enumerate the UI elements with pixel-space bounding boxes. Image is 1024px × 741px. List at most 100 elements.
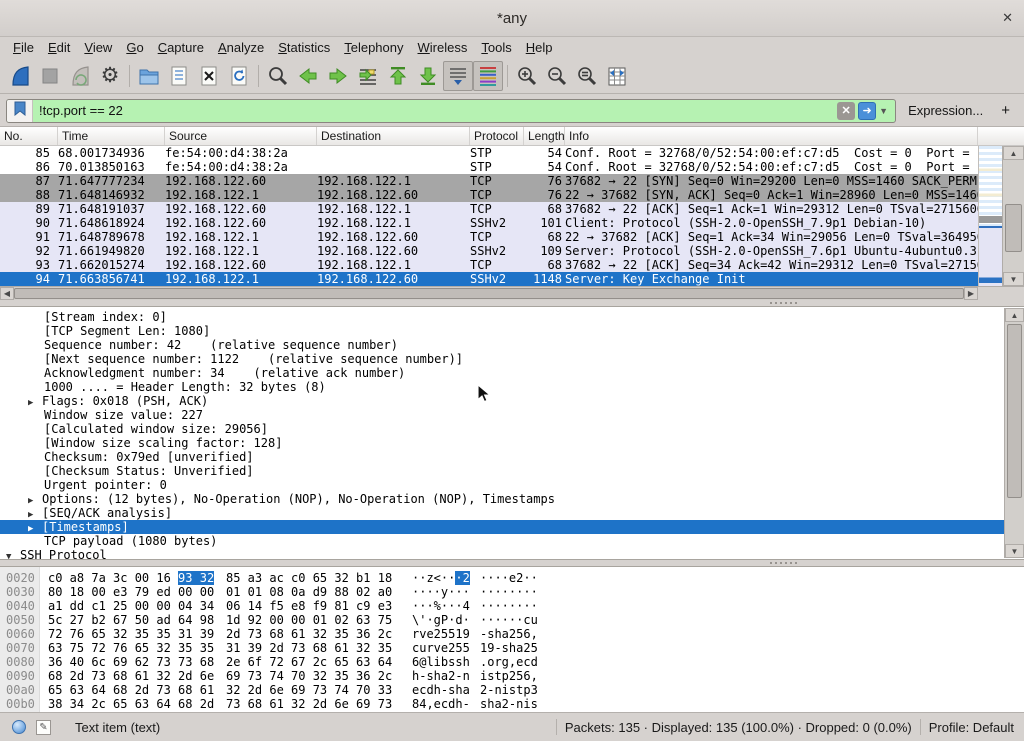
filter-dropdown-icon[interactable]: ▼	[879, 106, 891, 116]
detail-item[interactable]: [Checksum Status: Unverified]	[0, 464, 1004, 478]
filter-add-button[interactable]: +	[993, 102, 1018, 119]
packet-row-91[interactable]: 9171.648789678192.168.122.1192.168.122.6…	[0, 230, 978, 244]
packet-row-90[interactable]: 9071.648618924192.168.122.60192.168.122.…	[0, 216, 978, 230]
expanded-arrow-icon[interactable]: ▼	[6, 550, 20, 559]
collapsed-arrow-icon[interactable]: ▶	[28, 396, 42, 408]
detail-item[interactable]: Window size value: 227	[0, 408, 1004, 422]
detail-item[interactable]: [Window size scaling factor: 128]	[0, 436, 1004, 450]
scroll-up-icon[interactable]: ▲	[1005, 308, 1024, 322]
scrollbar-thumb[interactable]	[1005, 204, 1022, 252]
go-last-button[interactable]	[413, 61, 443, 91]
hex-row-0040[interactable]: 0040a1 dd c1 25 00 00 04 3406 14 f5 e8 f…	[0, 599, 1024, 613]
packet-list-hscrollbar[interactable]: ◀ ▶	[0, 286, 978, 300]
scroll-down-icon[interactable]: ▼	[1003, 272, 1024, 286]
hex-row-0050[interactable]: 00505c 27 b2 67 50 ad 64 981d 92 00 00 0…	[0, 613, 1024, 627]
column-header-time[interactable]: Time	[58, 127, 165, 145]
details-vscrollbar[interactable]: ▲ ▼	[1004, 308, 1024, 558]
column-header-info[interactable]: Info	[565, 127, 978, 145]
go-to-packet-button[interactable]	[353, 61, 383, 91]
hex-row-00a0[interactable]: 00a065 63 64 68 2d 73 68 6132 2d 6e 69 7…	[0, 683, 1024, 697]
detail-item[interactable]: [TCP Segment Len: 1080]	[0, 324, 1004, 338]
detail-tree-item[interactable]: ▶[Timestamps]	[0, 520, 1004, 534]
detail-item[interactable]: Checksum: 0x79ed [unverified]	[0, 450, 1004, 464]
go-forward-button[interactable]	[323, 61, 353, 91]
menu-analyze[interactable]: Analyze	[211, 38, 271, 57]
expert-info-icon[interactable]	[12, 720, 26, 734]
hex-row-0060[interactable]: 006072 76 65 32 35 35 31 392d 73 68 61 3…	[0, 627, 1024, 641]
menu-view[interactable]: View	[77, 38, 119, 57]
open-file-button[interactable]	[134, 61, 164, 91]
packet-list-minimap[interactable]	[978, 146, 1002, 286]
capture-comment-icon[interactable]: ✎	[36, 720, 51, 735]
save-file-button[interactable]	[164, 61, 194, 91]
profile-status[interactable]: Profile: Default	[929, 720, 1024, 735]
detail-tree-item[interactable]: ▼SSH Protocol	[0, 548, 1004, 559]
menu-capture[interactable]: Capture	[151, 38, 211, 57]
auto-scroll-toggle[interactable]	[443, 61, 473, 91]
colorize-toggle[interactable]	[473, 61, 503, 91]
zoom-in-button[interactable]	[512, 61, 542, 91]
column-header-no[interactable]: No.	[0, 127, 58, 145]
detail-item[interactable]: [Stream index: 0]	[0, 310, 1004, 324]
detail-item[interactable]: Acknowledgment number: 34 (relative ack …	[0, 366, 1004, 380]
scrollbar-thumb[interactable]	[1007, 324, 1022, 498]
restart-capture-button[interactable]	[65, 61, 95, 91]
start-capture-button[interactable]	[5, 61, 35, 91]
packet-row-85[interactable]: 8568.001734936fe:54:00:d4:38:2aSTP54Conf…	[0, 146, 978, 160]
filter-clear-icon[interactable]: ✕	[837, 102, 855, 120]
close-file-button[interactable]	[194, 61, 224, 91]
detail-item[interactable]: TCP payload (1080 bytes)	[0, 534, 1004, 548]
zoom-original-button[interactable]	[572, 61, 602, 91]
hex-row-0030[interactable]: 003080 18 00 e3 79 ed 00 0001 01 08 0a d…	[0, 585, 1024, 599]
detail-tree-item[interactable]: ▶Options: (12 bytes), No-Operation (NOP)…	[0, 492, 1004, 506]
collapsed-arrow-icon[interactable]: ▶	[28, 494, 42, 506]
stop-capture-button[interactable]	[35, 61, 65, 91]
menu-telephony[interactable]: Telephony	[337, 38, 410, 57]
menu-statistics[interactable]: Statistics	[271, 38, 337, 57]
packet-row-93[interactable]: 9371.662015274192.168.122.60192.168.122.…	[0, 258, 978, 272]
expression-button[interactable]: Expression...	[896, 103, 993, 118]
menu-wireless[interactable]: Wireless	[411, 38, 475, 57]
collapsed-arrow-icon[interactable]: ▶	[28, 522, 42, 534]
hex-row-0090[interactable]: 009068 2d 73 68 61 32 2d 6e69 73 74 70 3…	[0, 669, 1024, 683]
go-first-button[interactable]	[383, 61, 413, 91]
packet-row-86[interactable]: 8670.013850163fe:54:00:d4:38:2aSTP54Conf…	[0, 160, 978, 174]
detail-item[interactable]: Urgent pointer: 0	[0, 478, 1004, 492]
menu-tools[interactable]: Tools	[474, 38, 518, 57]
filter-bookmark-button[interactable]	[7, 100, 33, 122]
hex-row-00b0[interactable]: 00b038 34 2c 65 63 64 68 2d73 68 61 32 2…	[0, 697, 1024, 711]
packet-row-88[interactable]: 8871.648146932192.168.122.1192.168.122.6…	[0, 188, 978, 202]
menu-go[interactable]: Go	[119, 38, 150, 57]
go-back-button[interactable]	[293, 61, 323, 91]
zoom-out-button[interactable]	[542, 61, 572, 91]
scroll-right-icon[interactable]: ▶	[964, 287, 978, 300]
reload-file-button[interactable]	[224, 61, 254, 91]
hex-row-0020[interactable]: 0020c0 a8 7a 3c 00 16 93 3285 a3 ac c0 6…	[0, 571, 1024, 585]
detail-item[interactable]: [Next sequence number: 1122 (relative se…	[0, 352, 1004, 366]
menu-file[interactable]: File	[6, 38, 41, 57]
close-icon[interactable]: ✕	[1002, 10, 1013, 26]
find-packet-button[interactable]	[263, 61, 293, 91]
hex-row-0070[interactable]: 007063 75 72 76 65 32 35 3531 39 2d 73 6…	[0, 641, 1024, 655]
packet-row-87[interactable]: 8771.647777234192.168.122.60192.168.122.…	[0, 174, 978, 188]
packet-row-89[interactable]: 8971.648191037192.168.122.60192.168.122.…	[0, 202, 978, 216]
collapsed-arrow-icon[interactable]: ▶	[28, 508, 42, 520]
scroll-up-icon[interactable]: ▲	[1003, 146, 1024, 160]
detail-item[interactable]: [Calculated window size: 29056]	[0, 422, 1004, 436]
menu-help[interactable]: Help	[519, 38, 560, 57]
display-filter-input[interactable]	[33, 103, 837, 118]
capture-options-button[interactable]: ⚙	[95, 61, 125, 91]
detail-tree-item[interactable]: ▶Flags: 0x018 (PSH, ACK)	[0, 394, 1004, 408]
packet-list-vscrollbar[interactable]: ▲ ▼	[1002, 146, 1024, 286]
hex-row-0080[interactable]: 008036 40 6c 69 62 73 73 682e 6f 72 67 2…	[0, 655, 1024, 669]
filter-apply-icon[interactable]: ➜	[858, 102, 876, 120]
column-header-destination[interactable]: Destination	[317, 127, 470, 145]
detail-tree-item[interactable]: ▶[SEQ/ACK analysis]	[0, 506, 1004, 520]
packet-row-92[interactable]: 9271.661949820192.168.122.1192.168.122.6…	[0, 244, 978, 258]
column-header-length[interactable]: Length	[524, 127, 565, 145]
scroll-down-icon[interactable]: ▼	[1005, 544, 1024, 558]
detail-item[interactable]: Sequence number: 42 (relative sequence n…	[0, 338, 1004, 352]
scroll-left-icon[interactable]: ◀	[0, 287, 14, 300]
packet-row-94[interactable]: 9471.663856741192.168.122.1192.168.122.6…	[0, 272, 978, 286]
menu-edit[interactable]: Edit	[41, 38, 77, 57]
